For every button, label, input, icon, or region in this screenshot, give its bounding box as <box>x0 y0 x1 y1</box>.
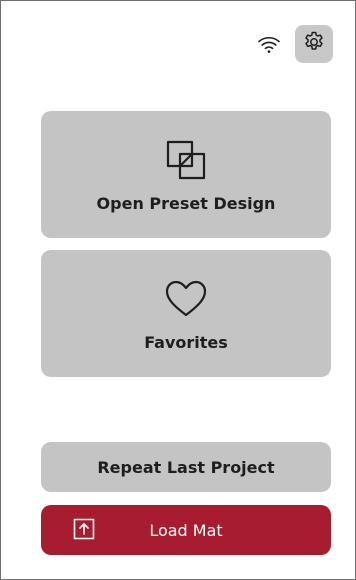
status-bar <box>257 25 333 63</box>
favorites-button[interactable]: Favorites <box>41 250 331 377</box>
settings-button[interactable] <box>295 25 333 63</box>
load-mat-label: Load Mat <box>149 520 223 540</box>
app-screen: Open Preset Design Favorites Repeat Last… <box>0 0 356 580</box>
wifi-icon <box>257 32 281 56</box>
repeat-last-project-label: Repeat Last Project <box>97 457 275 477</box>
load-mat-button[interactable]: Load Mat <box>41 505 331 555</box>
heart-icon <box>162 275 210 323</box>
favorites-label: Favorites <box>144 333 228 352</box>
gear-icon <box>302 30 326 58</box>
repeat-last-project-button[interactable]: Repeat Last Project <box>41 442 331 492</box>
open-preset-design-button[interactable]: Open Preset Design <box>41 111 331 238</box>
upload-arrow-icon <box>73 518 95 540</box>
open-preset-design-label: Open Preset Design <box>96 194 276 213</box>
overlapping-squares-icon <box>162 136 210 184</box>
